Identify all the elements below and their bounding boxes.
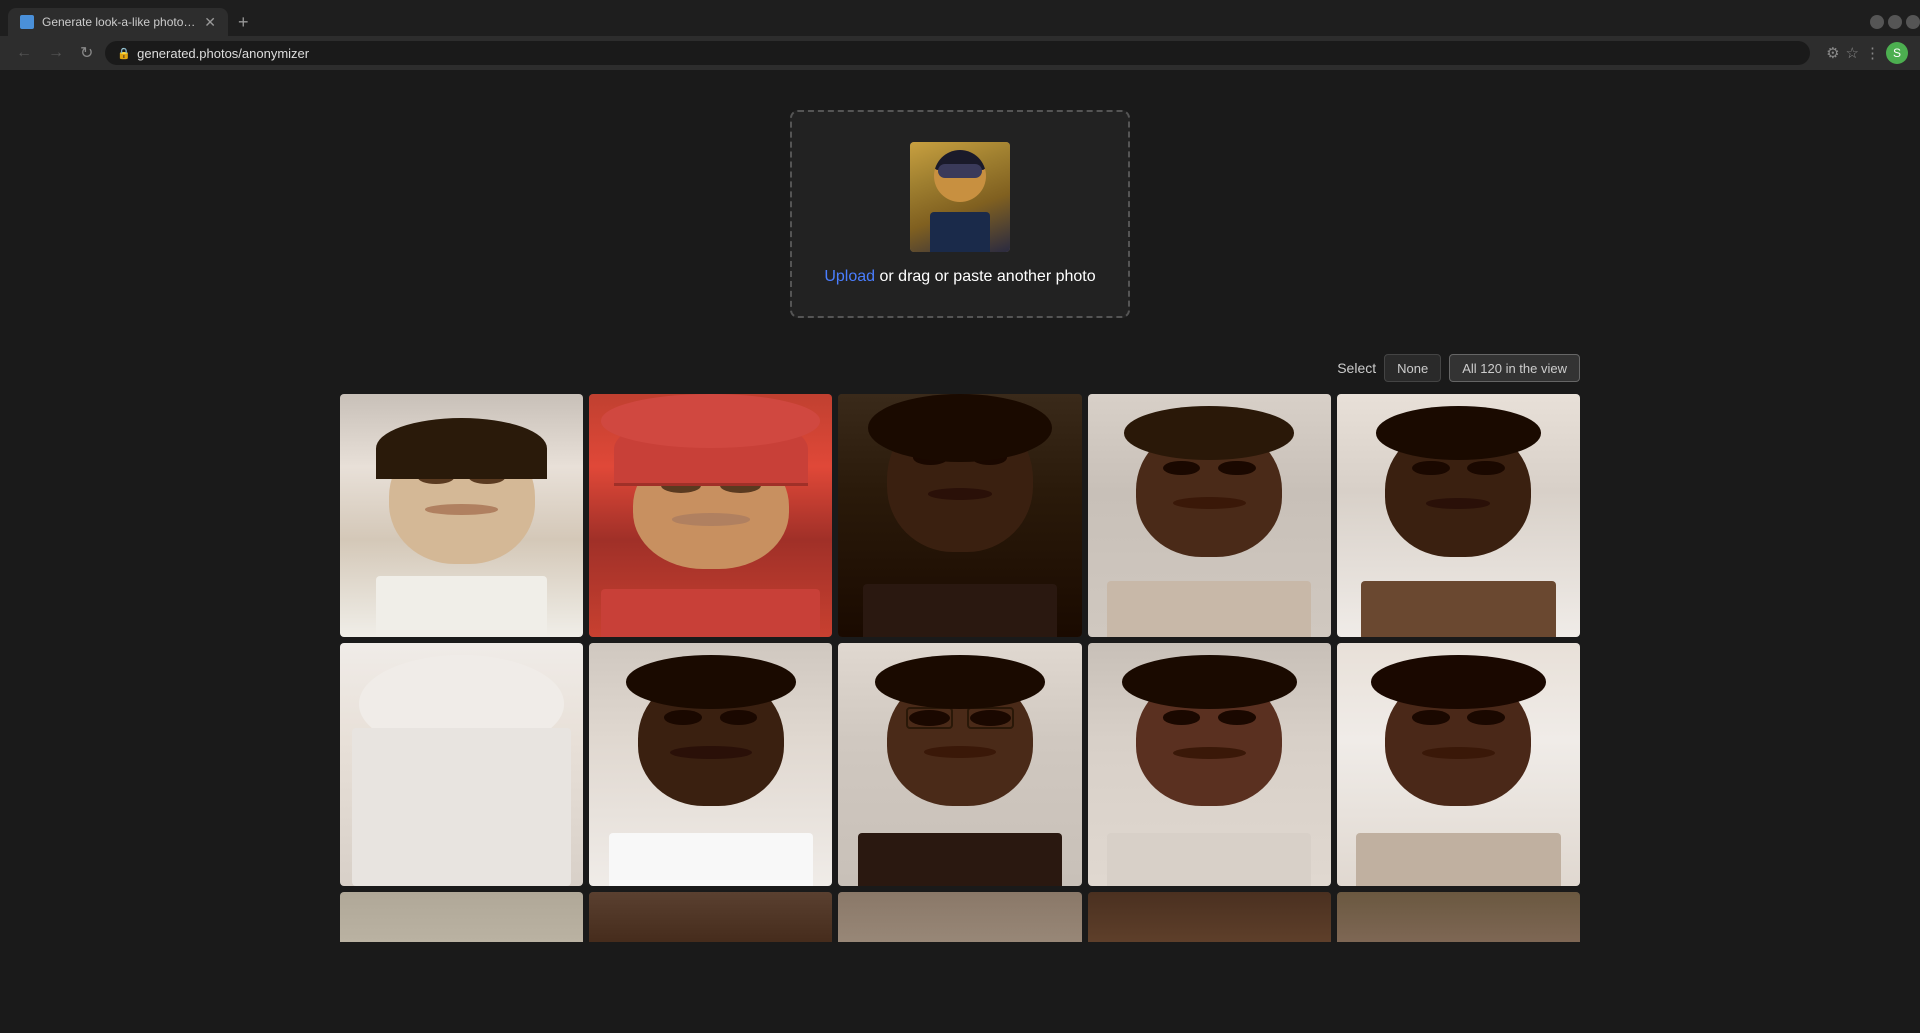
photo-cell-2[interactable] xyxy=(589,394,832,637)
controls-row: Select None All 120 in the view xyxy=(340,338,1580,394)
photo-cell-7[interactable] xyxy=(589,643,832,886)
tab-favicon xyxy=(20,15,34,29)
active-tab[interactable]: Generate look-a-like photos to p ✕ xyxy=(8,8,228,36)
profile-button[interactable]: S xyxy=(1886,42,1908,64)
none-button[interactable]: None xyxy=(1384,354,1441,382)
photo-cell-3[interactable] xyxy=(838,394,1081,637)
photo-cell-8[interactable] xyxy=(838,643,1081,886)
photo-grid-row-1 xyxy=(340,394,1580,637)
tab-label: Generate look-a-like photos to p xyxy=(42,15,196,29)
new-tab-button[interactable]: + xyxy=(232,12,255,33)
address-bar[interactable]: 🔒 generated.photos/anonymizer xyxy=(105,41,1810,65)
minimize-button[interactable]: — xyxy=(1870,15,1884,29)
all-in-view-button[interactable]: All 120 in the view xyxy=(1449,354,1580,382)
close-button[interactable]: ✕ xyxy=(1906,15,1920,29)
photo-cell-6[interactable] xyxy=(340,643,583,886)
photo-cell-15[interactable] xyxy=(1337,892,1580,942)
upload-instruction: or drag or paste another photo xyxy=(875,268,1096,285)
tab-close-button[interactable]: ✕ xyxy=(204,14,216,31)
photo-grid-row-3 xyxy=(340,892,1580,942)
browser-actions: ⚙ ☆ ⋮ S xyxy=(1826,42,1908,64)
photo-cell-1[interactable] xyxy=(340,394,583,637)
photo-cell-9[interactable] xyxy=(1088,643,1331,886)
window-controls: — □ ✕ xyxy=(1870,15,1920,29)
photo-cell-14[interactable] xyxy=(1088,892,1331,942)
tab-bar: Generate look-a-like photos to p ✕ + — □… xyxy=(0,0,1920,36)
upload-preview xyxy=(910,142,1010,252)
browser-chrome: Generate look-a-like photos to p ✕ + — □… xyxy=(0,0,1920,70)
photo-cell-11[interactable] xyxy=(340,892,583,942)
photo-cell-12[interactable] xyxy=(589,892,832,942)
maximize-button[interactable]: □ xyxy=(1888,15,1902,29)
more-button[interactable]: ⋮ xyxy=(1865,44,1880,62)
photo-cell-10[interactable] xyxy=(1337,643,1580,886)
upload-zone[interactable]: Upload or drag or paste another photo xyxy=(790,110,1130,318)
bookmark-button[interactable]: ☆ xyxy=(1846,44,1859,62)
security-icon: 🔒 xyxy=(117,47,131,60)
upload-text: Upload or drag or paste another photo xyxy=(824,268,1095,286)
address-bar-row: ← → ↻ 🔒 generated.photos/anonymizer ⚙ ☆ … xyxy=(0,36,1920,70)
photo-grid-row-2 xyxy=(340,643,1580,886)
photo-cell-4[interactable] xyxy=(1088,394,1331,637)
page-content: Upload or drag or paste another photo Se… xyxy=(340,90,1580,962)
upload-link[interactable]: Upload xyxy=(824,268,875,285)
forward-button[interactable]: → xyxy=(44,42,68,64)
url-text: generated.photos/anonymizer xyxy=(137,46,309,61)
reload-button[interactable]: ↻ xyxy=(76,41,97,65)
photo-cell-13[interactable] xyxy=(838,892,1081,942)
photo-cell-5[interactable] xyxy=(1337,394,1580,637)
back-button[interactable]: ← xyxy=(12,42,36,64)
select-label: Select xyxy=(1337,360,1376,376)
extensions-button[interactable]: ⚙ xyxy=(1826,44,1839,62)
